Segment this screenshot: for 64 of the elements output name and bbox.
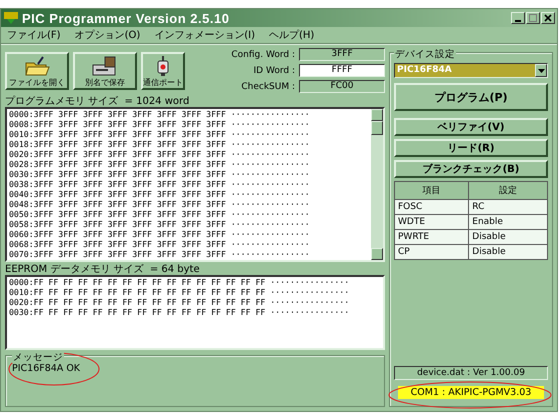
group-label: デバイス設定 <box>394 49 456 60</box>
memory-row: 0038:3FFF 3FFF 3FFF 3FFF 3FFF 3FFF 3FFF 3FFF ················ <box>9 179 310 189</box>
memory-row: 0030:FF FF FF FF FF FF FF FF FF FF FF FF FF FF FF FF ················ <box>9 307 350 317</box>
window-title: PIC Programmer Version 2.5.10 <box>22 10 230 26</box>
section-label: プログラムメモリ サイズ = 1024 word <box>5 94 190 107</box>
toolbar-button[interactable]: 通信ポート <box>141 52 185 90</box>
memory-row: 0000:FF FF FF FF FF FF FF FF FF FF FF FF FF FF FF FF ················ <box>9 277 350 287</box>
memory-row: 0048:3FFF 3FFF 3FFF 3FFF 3FFF 3FFF 3FFF 3FFF ················ <box>9 199 310 209</box>
maximize-button[interactable] <box>526 12 540 24</box>
word-label: CheckSUM : <box>241 82 295 92</box>
port-status: COM1 : AKIPIC-PGMV3.03 <box>398 386 544 399</box>
action-button[interactable]: ブランクチェック(B) <box>394 160 548 178</box>
maximize-icon <box>529 14 537 22</box>
menu-item[interactable]: オプション(O) <box>74 28 140 42</box>
memory-row: 0068:3FFF 3FFF 3FFF 3FFF 3FFF 3FFF 3FFF 3FFF ················ <box>9 239 310 249</box>
memory-row: 0058:3FFF 3FFF 3FFF 3FFF 3FFF 3FFF 3FFF 3FFF ················ <box>9 219 310 229</box>
column-header: 項目 <box>394 182 469 200</box>
menu-item[interactable]: インフォメーション(I) <box>154 28 256 42</box>
minimize-button[interactable] <box>511 12 525 24</box>
table-cell: FOSC <box>394 200 469 214</box>
table-cell: RC <box>468 200 548 214</box>
memory-row: 0000:3FFF 3FFF 3FFF 3FFF 3FFF 3FFF 3FFF 3FFF ················ <box>9 109 310 119</box>
action-button[interactable]: プログラム(P) <box>394 83 548 111</box>
version-field: device.dat : Ver 1.00.09 <box>394 366 548 380</box>
word-field: FC00 <box>299 80 385 93</box>
word-field: 3FFF <box>299 48 385 61</box>
memory-row: 0010:3FFF 3FFF 3FFF 3FFF 3FFF 3FFF 3FFF 3FFF ················ <box>9 129 310 139</box>
memory-row: 0050:3FFF 3FFF 3FFF 3FFF 3FFF 3FFF 3FFF 3FFF ················ <box>9 209 310 219</box>
memory-row: 0060:3FFF 3FFF 3FFF 3FFF 3FFF 3FFF 3FFF 3FFF ················ <box>9 229 310 239</box>
table-cell: Enable <box>468 214 548 230</box>
chip-icon <box>3 11 19 25</box>
memory-row: 0010:FF FF FF FF FF FF FF FF FF FF FF FF FF FF FF FF ················ <box>9 287 350 297</box>
group-label: メッセージ <box>12 352 64 363</box>
table-cell: PWRTE <box>394 230 469 244</box>
table-cell: Disable <box>468 230 548 244</box>
memory-row: 0008:3FFF 3FFF 3FFF 3FFF 3FFF 3FFF 3FFF 3FFF ················ <box>9 119 310 129</box>
memory-row: 0028:3FFF 3FFF 3FFF 3FFF 3FFF 3FFF 3FFF 3FFF ················ <box>9 159 310 169</box>
memory-row: 0018:3FFF 3FFF 3FFF 3FFF 3FFF 3FFF 3FFF 3FFF ················ <box>9 139 310 149</box>
scrollbar[interactable] <box>371 109 383 260</box>
table-cell: Disable <box>468 244 548 260</box>
memory-row: 0020:3FFF 3FFF 3FFF 3FFF 3FFF 3FFF 3FFF 3FFF ················ <box>9 149 310 159</box>
memory-row: 0030:3FFF 3FFF 3FFF 3FFF 3FFF 3FFF 3FFF 3FFF ················ <box>9 169 310 179</box>
word-label: ID Word : <box>254 66 295 76</box>
table-cell: WDTE <box>394 214 469 230</box>
word-field[interactable]: FFFF <box>299 64 385 77</box>
toolbar-button[interactable]: ファイルを開く <box>5 52 69 90</box>
folder-icon <box>24 55 50 77</box>
table-cell: CP <box>394 244 469 260</box>
close-icon <box>544 14 552 22</box>
menu-item[interactable]: ヘルプ(H) <box>269 28 314 42</box>
memory-row: 0070:3FFF 3FFF 3FFF 3FFF 3FFF 3FFF 3FFF 3FFF ················ <box>9 249 310 259</box>
action-button[interactable]: リード(R) <box>394 139 548 157</box>
toolbar-button[interactable]: 別名で保存 <box>73 52 137 90</box>
plug-icon <box>155 55 171 77</box>
memory-row: 0020:FF FF FF FF FF FF FF FF FF FF FF FF FF FF FF FF ················ <box>9 297 350 307</box>
section-label: EEPROM データメモリ サイズ = 64 byte <box>5 263 200 275</box>
action-button[interactable]: ベリファイ(V) <box>394 118 548 136</box>
word-label: Config. Word : <box>231 50 295 60</box>
close-button[interactable] <box>541 12 555 24</box>
memory-row: 0040:3FFF 3FFF 3FFF 3FFF 3FFF 3FFF 3FFF 3FFF ················ <box>9 189 310 199</box>
column-header: 設定 <box>468 182 548 200</box>
caret-icon <box>538 68 544 72</box>
message-text: PIC16F84A OK <box>12 363 80 374</box>
menu-item[interactable]: ファイル(F) <box>7 28 61 42</box>
